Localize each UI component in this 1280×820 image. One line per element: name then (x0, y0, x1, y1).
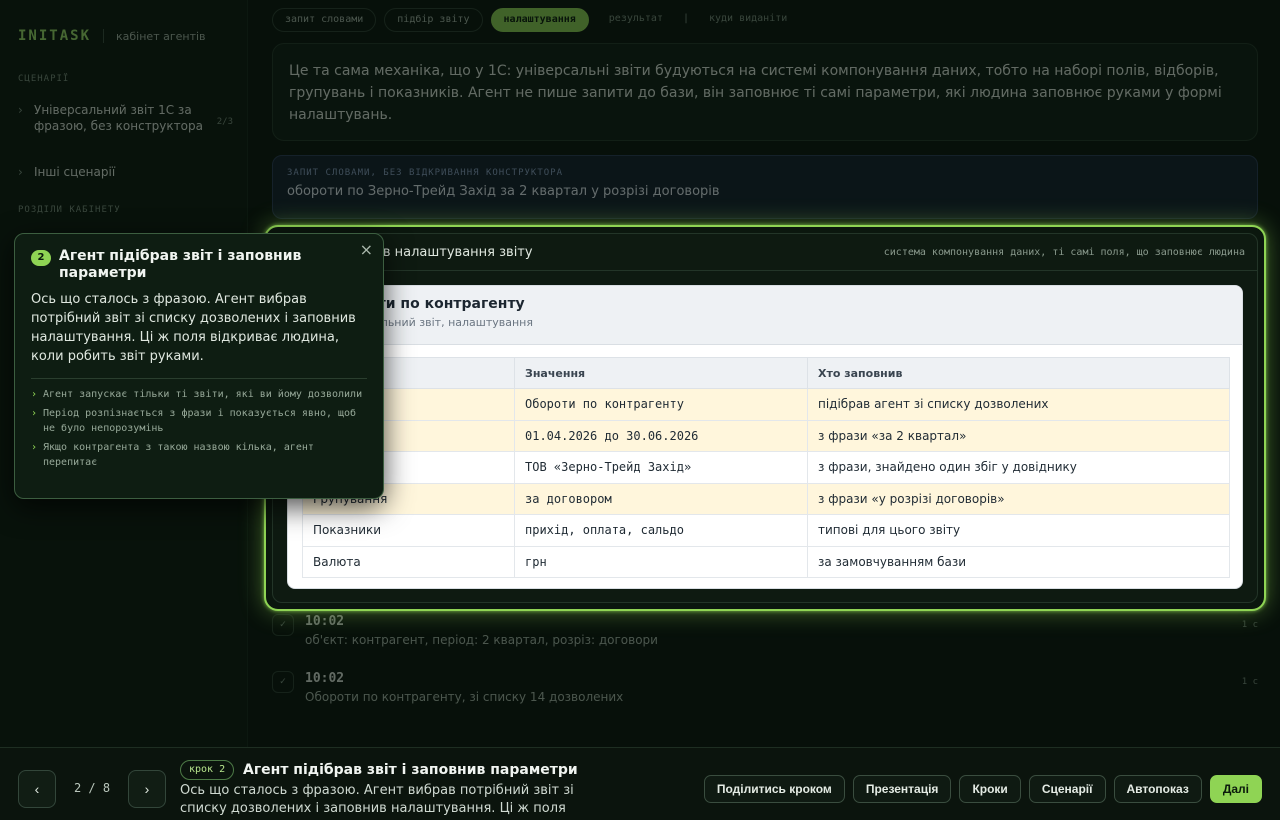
log-time: 10:02 (305, 614, 345, 629)
column-header-value: Значення (514, 357, 808, 389)
log-text: Обороти по контрагенту, зі списку 14 доз… (305, 690, 624, 704)
popover-note: › Якщо контрагента з такою назвою кілька… (31, 440, 367, 470)
chevron-right-icon: › (31, 408, 38, 419)
cell-value: прихід, оплата, сальдо (514, 514, 808, 547)
cell-value: Обороти по контрагенту (514, 388, 808, 421)
table-row: трагент ТОВ «Зерно-Трейд Захід» з фрази,… (302, 451, 1230, 484)
check-icon: ✓ (272, 671, 294, 693)
cell-who: за замовчуванням бази (807, 545, 1230, 578)
step-title: Агент підібрав звіт і заповнив параметри (243, 762, 578, 778)
steps-button[interactable]: Кроки (959, 775, 1021, 803)
highlighted-settings-panel: ам заповнив налаштування звіту система к… (264, 225, 1266, 611)
step-number-badge: 2 (31, 250, 51, 266)
bullet-icon: › (18, 165, 23, 179)
table-row: Групування за договором з фрази «у розрі… (302, 482, 1230, 515)
close-icon[interactable]: × (360, 240, 373, 259)
tour-actions: Поділитись кроком Презентація Кроки Сцен… (703, 775, 1262, 803)
report-card-header: оти по контрагенту сальний звіт, налашту… (288, 286, 1242, 345)
autoplay-button[interactable]: Автопоказ (1113, 775, 1202, 803)
next-button[interactable]: Далі (1209, 775, 1262, 803)
check-icon: ✓ (272, 614, 294, 636)
brand-subtitle: кабінет агентів (116, 29, 206, 43)
request-box: ЗАПИТ СЛОВАМИ, БЕЗ ВІДКРИВАННЯ КОНСТРУКТ… (272, 155, 1258, 219)
log-entry: ✓ 10:02 Обороти по контрагенту, зі списк… (272, 671, 1258, 704)
narration-box: Це та сама механіка, що у 1С: універсаль… (272, 43, 1258, 141)
cell-value: 01.04.2026 до 30.06.2026 (514, 419, 808, 452)
chevron-right-icon: › (31, 389, 38, 400)
chip-select-report[interactable]: підбір звіту (384, 8, 483, 32)
cell-field: Показники (302, 514, 515, 547)
cell-who: з фрази «за 2 квартал» (807, 419, 1230, 452)
settings-panel-inner: ам заповнив налаштування звіту система к… (272, 233, 1258, 603)
sidebar-item-universal-report[interactable]: › Універсальний звіт 1С за фразою, без к… (18, 102, 233, 134)
bullet-icon: › (18, 103, 23, 117)
sidebar-item-label: Універсальний звіт 1С за фразою, без кон… (34, 103, 203, 133)
step-chip: крок 2 (180, 760, 235, 780)
next-step-nav-button[interactable]: › (128, 770, 166, 808)
logo: INITASK (18, 28, 92, 44)
popover-text: Ось що сталось з фразою. Агент вибрав по… (31, 292, 356, 364)
cell-who: підібрав агент зі списку дозволених (807, 388, 1230, 421)
settings-panel-header: ам заповнив налаштування звіту система к… (273, 234, 1257, 271)
log-text: об'єкт: контрагент, період: 2 квартал, р… (305, 633, 658, 647)
share-step-button[interactable]: Поділитись кроком (703, 775, 845, 803)
settings-panel-meta: система компонування даних, ті самі поля… (883, 246, 1245, 258)
request-label: ЗАПИТ СЛОВАМИ, БЕЗ ВІДКРИВАННЯ КОНСТРУКТ… (287, 168, 563, 178)
popover-note: › Період розпізнається з фрази і показує… (31, 406, 367, 436)
section-scenarios-heading: СЦЕНАРІЇ (18, 74, 70, 84)
log-duration: 1 с (1241, 677, 1258, 687)
presentation-button[interactable]: Презентація (852, 775, 952, 803)
step-popover: × 2 Агент підібрав звіт і заповнив парам… (14, 233, 384, 499)
table-row: Обороти по контрагенту підібрав агент зі… (302, 388, 1230, 421)
sidebar-item-label: Інші сценарії (34, 165, 116, 179)
cell-value: ТОВ «Зерно-Трейд Захід» (514, 451, 808, 484)
log-entry: ✓ 10:02 об'єкт: контрагент, період: 2 кв… (272, 614, 1258, 647)
cell-value: грн (514, 545, 808, 578)
popover-note-text: Період розпізнається з фрази і показуєть… (43, 408, 357, 434)
tour-bottom-bar: ‹ 2 / 8 › крок 2 Агент підібрав звіт і з… (0, 747, 1280, 820)
report-settings-card: оти по контрагенту сальний звіт, налашту… (287, 285, 1243, 589)
table-row: Валюта грн за замовчуванням бази (302, 545, 1230, 578)
popover-note-text: Агент запускає тільки ті звіти, які ви й… (43, 389, 363, 400)
column-header-who: Хто заповнив (807, 357, 1230, 389)
report-title: оти по контрагенту (368, 296, 525, 312)
chip-request[interactable]: запит словами (272, 8, 377, 32)
cell-who: з фрази, знайдено один збіг у довіднику (807, 451, 1230, 484)
brand: INITASK кабінет агентів (18, 28, 206, 44)
cell-value: за договором (514, 482, 808, 515)
table-row: 01.04.2026 до 30.06.2026 з фрази «за 2 к… (302, 419, 1230, 452)
step-description: Ось що сталось з фразою. Агент вибрав по… (180, 783, 574, 820)
popover-note: › Агент запускає тільки ті звіти, які ви… (31, 387, 367, 402)
table-header-row: Значення Хто заповнив (302, 357, 1230, 389)
chip-destination[interactable]: куди виданіти (697, 8, 799, 32)
chevron-right-icon: › (31, 442, 38, 453)
settings-panel-title: ам заповнив налаштування звіту (305, 244, 533, 260)
table-row: Показники прихід, оплата, сальдо типові … (302, 514, 1230, 547)
popover-divider (31, 378, 367, 379)
cell-field: Валюта (302, 545, 515, 578)
step-pager: 2 / 8 (73, 781, 111, 795)
sidebar-item-count: 2/3 (216, 117, 233, 127)
settings-table: Значення Хто заповнив Обороти по контраг… (302, 357, 1230, 578)
cell-who: з фрази «у розрізі договорів» (807, 482, 1230, 515)
logo-divider (103, 29, 105, 43)
popover-note-text: Якщо контрагента з такою назвою кілька, … (43, 442, 314, 468)
scenarios-button[interactable]: Сценарії (1028, 775, 1106, 803)
chip-result[interactable]: результат (597, 8, 675, 32)
chip-separator: | (682, 13, 689, 24)
cell-who: типові для цього звіту (807, 514, 1230, 547)
prev-step-button[interactable]: ‹ (18, 770, 56, 808)
request-text: обороти по Зерно-Трейд Захід за 2 кварта… (287, 184, 720, 199)
sidebar-item-other-scenarios[interactable]: › Інші сценарії (18, 164, 233, 180)
report-subtitle: сальний звіт, налаштування (368, 316, 533, 329)
step-chips: запит словами підбір звіту налаштування … (272, 8, 799, 32)
section-company-heading: РОЗДІЛИ КАБІНЕТУ (18, 205, 121, 215)
chip-settings[interactable]: налаштування (490, 8, 589, 32)
log-time: 10:02 (305, 671, 345, 686)
log-duration: 1 с (1241, 620, 1258, 630)
popover-title: Агент підібрав звіт і заповнив параметри (59, 248, 302, 281)
